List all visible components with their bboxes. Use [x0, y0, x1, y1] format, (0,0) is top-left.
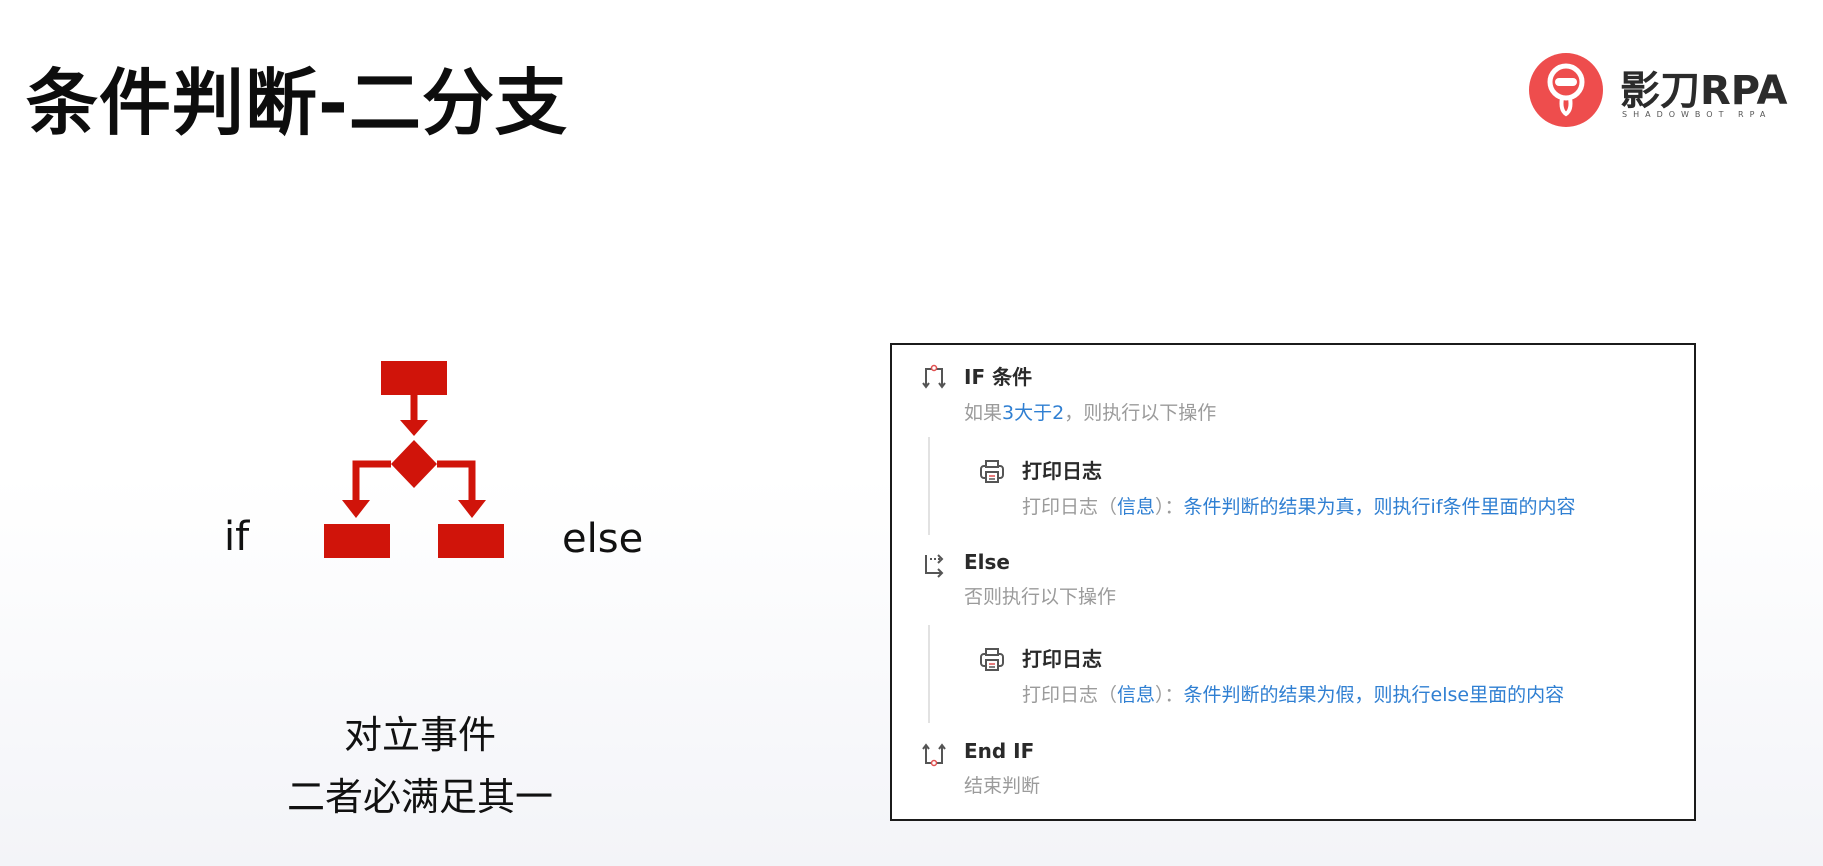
- caption-one-must-hold: 二者必满足其一: [286, 775, 553, 819]
- shadowbot-logo-icon: [1529, 53, 1603, 127]
- end-if-step[interactable]: End IF 结束判断: [964, 739, 1040, 798]
- else-step[interactable]: Else 否则执行以下操作: [964, 550, 1116, 609]
- if-desc-condition: 3大于2: [1002, 402, 1065, 424]
- print-log-false-title: 打印日志: [1022, 647, 1102, 671]
- end-if-title: End IF: [964, 739, 1035, 763]
- if-condition-icon: [922, 364, 946, 389]
- log-false-prefix: 打印日志（: [1022, 684, 1118, 706]
- else-step-title: Else: [964, 550, 1010, 574]
- log-true-mid: ）：: [1155, 496, 1184, 518]
- if-step-title: IF 条件: [964, 365, 1033, 389]
- else-label: else: [562, 516, 644, 562]
- log-false-message: 条件判断的结果为假，则执行else里面的内容: [1183, 684, 1565, 706]
- print-log-false-desc: 打印日志（信息）：条件判断的结果为假，则执行else里面的内容: [1022, 680, 1564, 707]
- if-step[interactable]: IF 条件 如果3大于2，则执行以下操作: [964, 361, 1216, 425]
- end-if-desc: 结束判断: [964, 775, 1041, 797]
- log-true-prefix: 打印日志（: [1022, 496, 1118, 518]
- end-if-icon: [922, 743, 946, 767]
- else-step-desc: 否则执行以下操作: [964, 586, 1117, 608]
- slide-title: 条件判断-二分支: [26, 61, 568, 145]
- print-log-icon: [980, 460, 1004, 483]
- flowchart-branch-icon: [324, 361, 504, 558]
- caption-opposite-events: 对立事件: [343, 713, 496, 757]
- if-step-desc: 如果3大于2，则执行以下操作: [964, 398, 1216, 425]
- if-label: if: [224, 514, 250, 560]
- print-log-icon: [980, 648, 1004, 671]
- print-log-false-step[interactable]: 打印日志 打印日志（信息）：条件判断的结果为假，则执行else里面的内容: [1022, 643, 1564, 707]
- if-desc-prefix: 如果: [964, 402, 1003, 424]
- brand-logo: 影刀RPA SHADOWBOT RPA: [1528, 52, 1798, 128]
- if-desc-suffix: ，则执行以下操作: [1064, 402, 1217, 424]
- log-true-level: 信息: [1117, 496, 1156, 518]
- else-branch-line: [928, 625, 930, 723]
- print-log-true-step[interactable]: 打印日志 打印日志（信息）：条件判断的结果为真，则执行if条件里面的内容: [1022, 455, 1576, 519]
- flow-steps-panel: IF 条件 如果3大于2，则执行以下操作 打印日志 打印日志（信息）：条件判断的…: [890, 343, 1696, 821]
- else-branch-icon: [925, 554, 944, 578]
- log-false-level: 信息: [1117, 684, 1156, 706]
- logo-subtitle: SHADOWBOT RPA: [1622, 110, 1772, 119]
- log-true-message: 条件判断的结果为真，则执行if条件里面的内容: [1183, 496, 1576, 518]
- print-log-true-desc: 打印日志（信息）：条件判断的结果为真，则执行if条件里面的内容: [1022, 492, 1576, 519]
- logo-brand-text: 影刀RPA: [1620, 68, 1788, 114]
- log-false-mid: ）：: [1155, 684, 1184, 706]
- if-branch-line: [928, 437, 930, 535]
- print-log-true-title: 打印日志: [1022, 459, 1102, 483]
